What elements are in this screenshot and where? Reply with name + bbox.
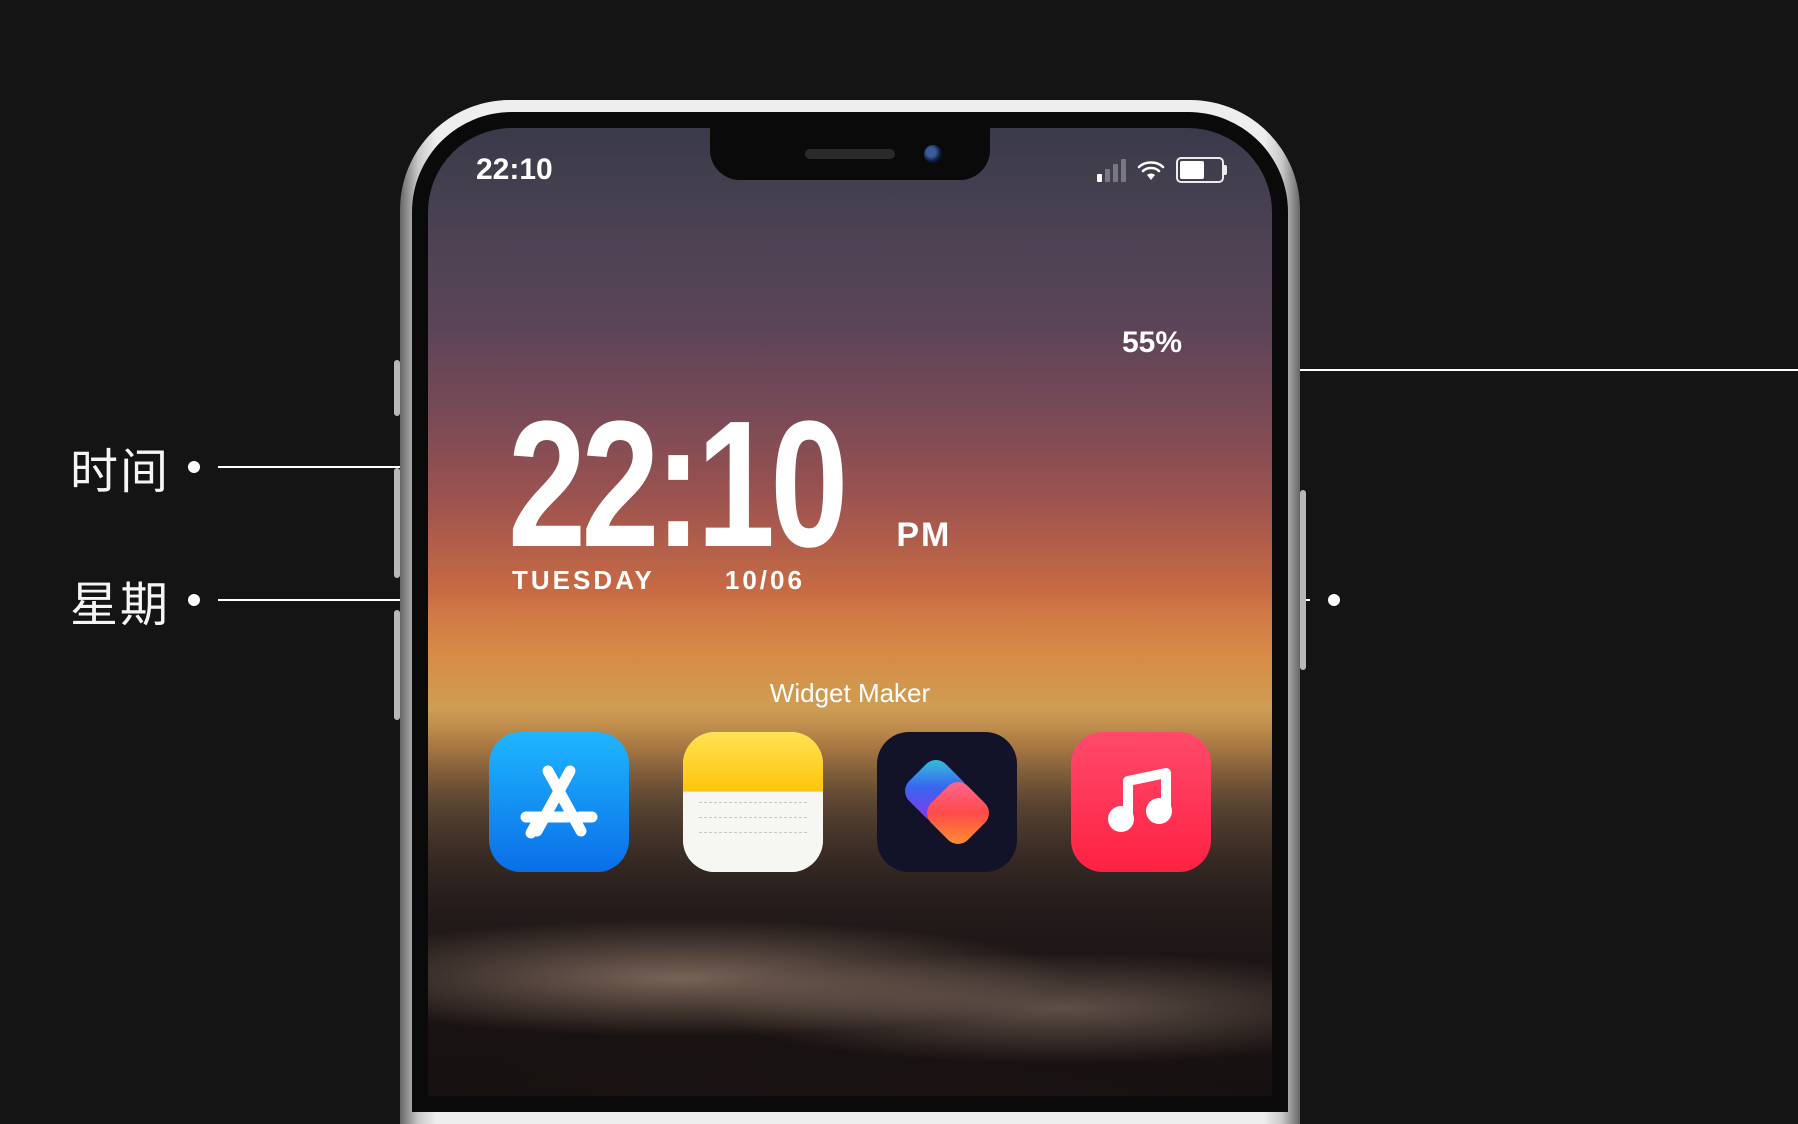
notes-header-icon [683, 732, 823, 791]
widget-time: 22:10 [508, 408, 844, 561]
dot-icon [188, 461, 200, 473]
wallpaper-clouds [428, 888, 1272, 1096]
wifi-icon [1136, 159, 1166, 181]
mute-switch[interactable] [394, 360, 400, 416]
phone-screen: 22:10 [428, 128, 1272, 1096]
home-apps-row [428, 732, 1272, 872]
app-appstore[interactable] [489, 732, 629, 872]
volume-down-button[interactable] [394, 610, 400, 720]
status-time: 22:10 [476, 153, 553, 187]
clock-widget[interactable]: 55% 22:10 PM TUESDAY 10/06 [508, 408, 1192, 596]
notes-lines-icon [683, 791, 823, 872]
volume-up-button[interactable] [394, 468, 400, 578]
phone-bezel: 22:10 [412, 112, 1288, 1112]
annotation-time-label: 时间 [70, 432, 170, 502]
phone-frame: 22:10 [400, 100, 1300, 1124]
annotation-week-label: 星期 [70, 565, 170, 635]
widget-ampm: PM [896, 516, 951, 555]
dot-icon [1328, 594, 1340, 606]
cellular-signal-icon [1097, 159, 1126, 182]
appstore-icon [514, 757, 604, 847]
app-shortcuts[interactable] [877, 732, 1017, 872]
widget-app-label: Widget Maker [428, 678, 1272, 709]
battery-icon [1176, 157, 1224, 183]
dot-icon [188, 594, 200, 606]
app-notes[interactable] [683, 732, 823, 872]
music-note-icon [1100, 761, 1182, 843]
shortcuts-icon [892, 747, 1002, 857]
power-button[interactable] [1300, 490, 1306, 670]
app-music[interactable] [1071, 732, 1211, 872]
status-bar: 22:10 [428, 150, 1272, 190]
widget-battery-text: 55% [1122, 326, 1182, 360]
